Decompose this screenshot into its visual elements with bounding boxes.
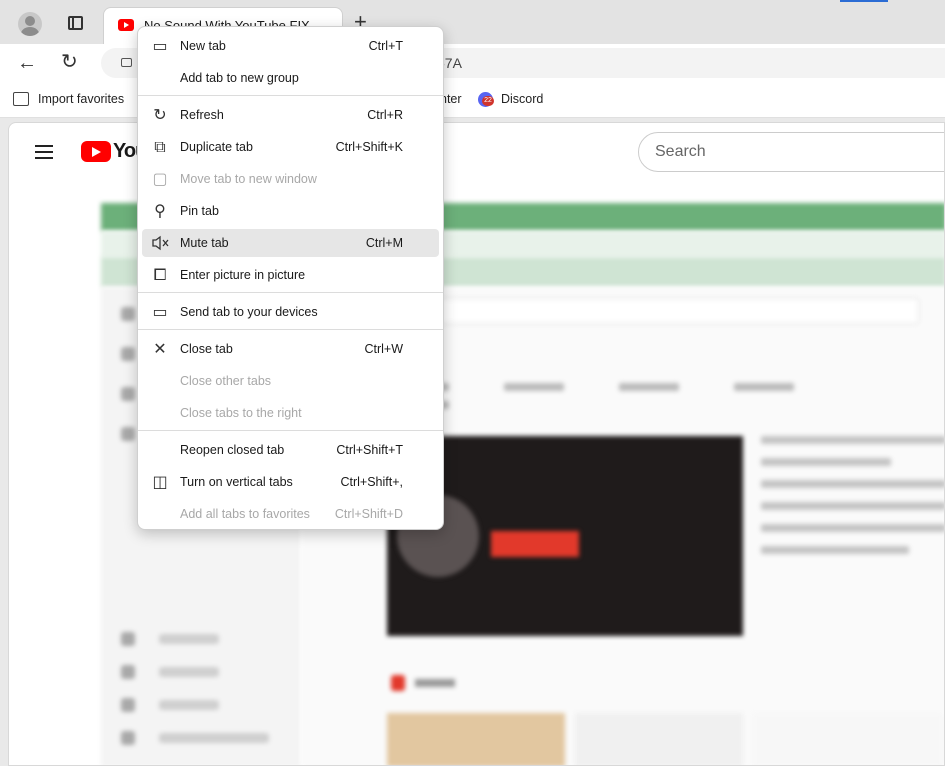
- duplicate-icon: ⧉: [154, 137, 166, 156]
- embedded-video-description: [761, 436, 944, 616]
- lock-icon[interactable]: [121, 58, 132, 67]
- menu-item-label: Enter picture in picture: [180, 268, 306, 282]
- menu-separator: [138, 430, 443, 431]
- embedded-thumbnail: [575, 713, 743, 765]
- search-placeholder: Search: [655, 143, 706, 160]
- new-tab-icon: ▭: [152, 36, 168, 55]
- embedded-channel-tabs: [389, 378, 939, 409]
- refresh-icon: ↻: [153, 105, 167, 124]
- favorite-discord[interactable]: Discord: [501, 92, 543, 106]
- menu-item-close-tab[interactable]: ✕ Close tab Ctrl+W: [142, 335, 439, 363]
- embedded-thumbnail: [753, 713, 943, 765]
- back-arrow-icon[interactable]: ←: [17, 53, 37, 73]
- menu-item-label: Mute tab: [180, 236, 229, 250]
- menu-item-label: Close tabs to the right: [180, 406, 302, 420]
- menu-item-shortcut: Ctrl+M: [365, 236, 403, 250]
- menu-item-duplicate-tab[interactable]: ⧉ Duplicate tab Ctrl+Shift+K: [142, 133, 439, 161]
- vertical-tabs-icon: ◫: [152, 472, 168, 491]
- embedded-search-bar: [439, 298, 919, 324]
- menu-item-refresh[interactable]: ↻ Refresh Ctrl+R: [142, 101, 439, 129]
- menu-item-label: Move tab to new window: [180, 172, 317, 186]
- favorite-import[interactable]: Import favorites: [38, 92, 124, 106]
- menu-item-pin-tab[interactable]: ⚲ Pin tab: [142, 197, 439, 225]
- tab-context-menu: ▭ New tab Ctrl+T Add tab to new group ↻ …: [137, 26, 444, 530]
- menu-item-label: Close other tabs: [180, 374, 272, 388]
- hamburger-menu-icon[interactable]: [35, 145, 53, 159]
- menu-item-label: Duplicate tab: [180, 140, 253, 154]
- menu-item-shortcut: Ctrl+Shift+D: [334, 507, 403, 521]
- menu-item-picture-in-picture[interactable]: ⧠ Enter picture in picture: [142, 261, 439, 289]
- discord-icon: [478, 92, 494, 107]
- pin-icon: ⚲: [154, 201, 166, 220]
- send-to-devices-icon: ▭: [152, 302, 168, 321]
- menu-item-mute-tab[interactable]: Mute tab Ctrl+M: [142, 229, 439, 257]
- embedded-thumbnail: [387, 713, 565, 765]
- youtube-logo-icon[interactable]: [81, 141, 111, 162]
- menu-item-shortcut: Ctrl+Shift+T: [336, 443, 403, 457]
- menu-item-label: Add tab to new group: [180, 71, 299, 85]
- embedded-shorts-label: [415, 679, 455, 687]
- import-favorites-icon: [13, 92, 29, 106]
- menu-separator: [138, 95, 443, 96]
- youtube-favicon-icon: [118, 19, 134, 31]
- menu-item-label: New tab: [180, 39, 226, 53]
- menu-separator: [138, 292, 443, 293]
- menu-separator: [138, 329, 443, 330]
- menu-item-send-tab-to-devices[interactable]: ▭ Send tab to your devices: [142, 298, 439, 326]
- menu-item-move-tab-to-new-window: ▢ Move tab to new window: [142, 165, 439, 193]
- menu-item-shortcut: Ctrl+R: [367, 108, 403, 122]
- menu-item-label: Pin tab: [180, 204, 219, 218]
- menu-item-label: Close tab: [180, 342, 233, 356]
- search-input[interactable]: Search: [638, 132, 944, 172]
- menu-item-close-tabs-to-right: Close tabs to the right: [142, 399, 439, 427]
- embedded-subscribe-button: [491, 531, 579, 557]
- menu-item-new-tab[interactable]: ▭ New tab Ctrl+T: [142, 32, 439, 60]
- window-accent-bar: [840, 0, 888, 2]
- menu-item-close-other-tabs: Close other tabs: [142, 367, 439, 395]
- menu-item-label: Refresh: [180, 108, 224, 122]
- close-icon: ✕: [153, 339, 167, 358]
- menu-item-label: Reopen closed tab: [180, 443, 285, 457]
- picture-in-picture-icon: ⧠: [153, 265, 167, 284]
- tab-actions-icon[interactable]: [68, 16, 83, 30]
- menu-item-add-all-tabs-to-favorites: Add all tabs to favorites Ctrl+Shift+D: [142, 500, 439, 528]
- embedded-shorts-icon: [391, 675, 405, 691]
- reload-icon[interactable]: ↻: [61, 52, 78, 72]
- menu-item-label: Add all tabs to favorites: [180, 507, 310, 521]
- profile-avatar-icon[interactable]: [18, 12, 42, 36]
- menu-item-shortcut: Ctrl+W: [364, 342, 403, 356]
- menu-item-shortcut: Ctrl+Shift+K: [335, 140, 403, 154]
- mute-icon: [151, 235, 169, 251]
- menu-item-label: Send tab to your devices: [180, 305, 318, 319]
- window-icon: ▢: [152, 169, 168, 188]
- menu-item-add-tab-to-new-group[interactable]: Add tab to new group: [142, 64, 439, 92]
- menu-item-reopen-closed-tab[interactable]: Reopen closed tab Ctrl+Shift+T: [142, 436, 439, 464]
- menu-item-shortcut: Ctrl+T: [368, 39, 403, 53]
- menu-item-shortcut: Ctrl+Shift+,: [340, 475, 403, 489]
- menu-item-vertical-tabs[interactable]: ◫ Turn on vertical tabs Ctrl+Shift+,: [142, 468, 439, 496]
- menu-item-label: Turn on vertical tabs: [180, 475, 293, 489]
